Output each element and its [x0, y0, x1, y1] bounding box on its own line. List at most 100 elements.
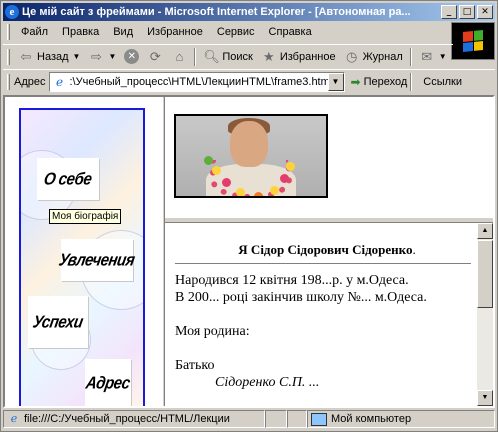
links-button[interactable]: Ссылки: [423, 76, 462, 88]
computer-icon: [311, 412, 327, 426]
menu-edit[interactable]: Правка: [55, 26, 106, 38]
search-button[interactable]: 🔍︎ Поиск: [199, 46, 256, 68]
maximize-button[interactable]: □: [459, 5, 475, 19]
address-bar: Адрес ℯ :\Учебный_процесс\HTML\ЛекцииHTM…: [3, 69, 495, 93]
browser-window: e Це мій сайт з фреймами - Microsoft Int…: [0, 0, 498, 432]
ie-page-icon: ℯ: [55, 74, 64, 89]
address-separator: [410, 72, 413, 91]
title-bar[interactable]: e Це мій сайт з фреймами - Microsoft Int…: [3, 3, 495, 21]
flower: [280, 174, 289, 183]
forward-arrow-icon: ⇨: [91, 48, 102, 64]
search-label: Поиск: [222, 50, 253, 63]
history-label: Журнал: [362, 50, 403, 63]
mail-icon: ✉: [421, 48, 433, 64]
menu-help[interactable]: Справка: [262, 26, 319, 38]
nav-hobbies-label: Увлечения: [57, 250, 137, 270]
stop-button[interactable]: ✕: [120, 46, 143, 68]
scroll-down-button[interactable]: ▼: [477, 390, 493, 406]
toolbar-separator: [409, 47, 412, 66]
status-zone-cell: Мой компьютер: [307, 410, 495, 428]
home-button[interactable]: ⌂: [167, 46, 191, 68]
forward-button[interactable]: ⇨ ▼: [84, 46, 120, 68]
favorites-icon: ★: [263, 48, 275, 64]
ie-page-icon: ℯ: [10, 413, 18, 425]
flower: [212, 166, 221, 175]
windows-flag-icon: [463, 29, 483, 53]
window-title: Це мій сайт з фреймами - Microsoft Inter…: [22, 6, 411, 18]
status-cell: [287, 410, 307, 428]
favorites-label: Избранное: [279, 50, 336, 63]
history-icon: ◷: [345, 48, 358, 64]
nav-achievements-button[interactable]: Успехи: [28, 296, 88, 348]
nav-about-label: О себе: [42, 169, 94, 189]
home-icon: ⌂: [175, 48, 184, 64]
nav-address-label: Адрес: [84, 373, 132, 393]
menu-view[interactable]: Вид: [106, 26, 140, 38]
main-frame: Я Сідор Сідорович Сідоренко. Народився 1…: [165, 223, 493, 406]
address-value[interactable]: :\Учебный_процесс\HTML\ЛекцииHTML\frame3…: [70, 76, 328, 88]
back-label: Назад: [37, 50, 69, 63]
nav-about-button[interactable]: О себе: [37, 158, 99, 200]
page-content: О себе Увлечения Успехи Адрес Моя біогра…: [3, 95, 495, 408]
toolbar-separator: [194, 47, 197, 66]
address-input[interactable]: ℯ :\Учебный_процесс\HTML\ЛекцииHTML\fram…: [48, 71, 345, 92]
stop-icon: ✕: [124, 49, 140, 64]
navigation-panel: О себе Увлечения Успехи Адрес Моя біогра…: [19, 108, 145, 406]
bio-line-school: В 200... році закінчив школу №... м.Одес…: [175, 290, 427, 305]
menu-bar: Файл Правка Вид Избранное Сервис Справка: [3, 22, 453, 42]
nav-hobbies-button[interactable]: Увлечения: [58, 239, 136, 281]
minimize-button[interactable]: _: [441, 5, 457, 19]
windows-logo: [451, 22, 495, 60]
back-button[interactable]: ⇦ Назад ▼: [14, 46, 84, 68]
toolbar-grip[interactable]: [7, 48, 10, 65]
scroll-up-button[interactable]: ▲: [477, 223, 493, 239]
scroll-thumb[interactable]: [477, 240, 493, 308]
flower: [286, 162, 295, 171]
flower: [236, 188, 245, 196]
status-zone: Мой компьютер: [331, 413, 412, 425]
close-button[interactable]: ✕: [477, 5, 493, 19]
flower: [254, 192, 263, 196]
back-dropdown-icon[interactable]: ▼: [73, 52, 81, 61]
mail-button[interactable]: ✉ ▼: [415, 46, 451, 68]
bio-heading: Я Сідор Сідорович Сідоренко.: [175, 241, 471, 258]
flower: [270, 186, 279, 195]
menu-grip[interactable]: [7, 24, 10, 40]
address-dropdown-icon[interactable]: ▼: [327, 72, 344, 91]
favorites-button[interactable]: ★ Избранное: [257, 46, 340, 68]
nav-achievements-label: Успехи: [31, 312, 85, 332]
status-url-cell: ℯ file:///C:/Учебный_процесс/HTML/Лекции: [3, 410, 265, 428]
menu-tools[interactable]: Сервис: [210, 26, 262, 38]
forward-dropdown-icon[interactable]: ▼: [108, 52, 116, 61]
address-label: Адрес: [14, 75, 46, 88]
ie-logo-icon: e: [5, 5, 19, 19]
status-bar: ℯ file:///C:/Учебный_процесс/HTML/Лекции…: [3, 409, 495, 429]
navigation-frame: О себе Увлечения Успехи Адрес Моя біогра…: [5, 97, 162, 406]
go-arrow-icon: ➡: [350, 74, 361, 89]
refresh-button[interactable]: ⟳: [143, 46, 167, 68]
menu-favorites[interactable]: Избранное: [140, 26, 210, 38]
bio-line-father-name: Сідоренко С.П. ...: [215, 375, 320, 390]
go-label: Переход: [363, 75, 408, 88]
history-button[interactable]: ◷ Журнал: [340, 46, 407, 68]
bio-line-father: Батько: [175, 358, 215, 373]
portrait-photo: [174, 114, 328, 198]
standard-toolbar: ⇦ Назад ▼ ⇨ ▼ ✕ ⟳ ⌂ 🔍︎ Поиск ★ Избранное…: [3, 44, 453, 68]
go-button[interactable]: ➡ Переход: [351, 75, 408, 89]
vertical-scrollbar[interactable]: ▲ ▼: [477, 223, 493, 406]
status-url: file:///C:/Учебный_процесс/HTML/Лекции: [24, 413, 230, 425]
flower: [222, 178, 231, 187]
back-arrow-icon: ⇦: [20, 48, 32, 64]
address-grip[interactable]: [7, 73, 10, 90]
nav-address-button[interactable]: Адрес: [84, 359, 132, 406]
flower: [204, 156, 213, 165]
mail-dropdown-icon[interactable]: ▼: [439, 52, 447, 61]
refresh-icon: ⟳: [149, 48, 161, 64]
search-icon: 🔍︎: [203, 48, 220, 64]
bio-line-family: Моя родина:: [175, 324, 250, 339]
bio-heading-text: Я Сідор Сідорович Сідоренко: [238, 242, 413, 257]
bio-content: Я Сідор Сідорович Сідоренко. Народився 1…: [175, 241, 471, 391]
menu-file[interactable]: Файл: [14, 26, 55, 38]
